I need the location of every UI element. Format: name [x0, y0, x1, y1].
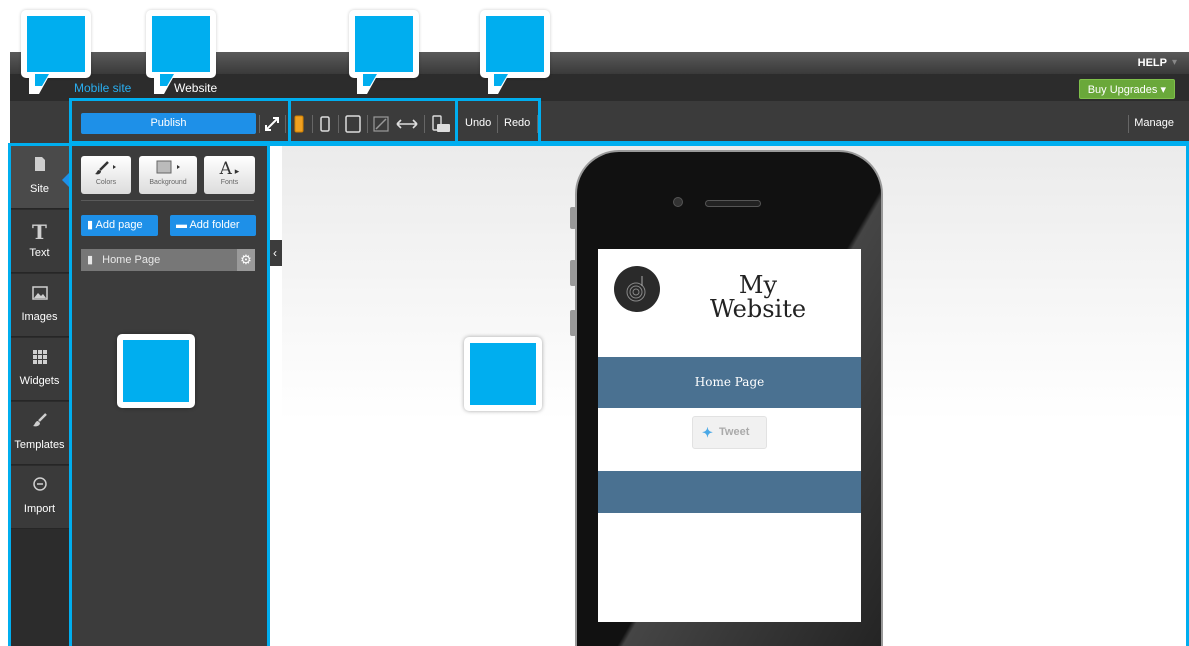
help-link[interactable]: HELP [1138, 57, 1167, 69]
callout-tail [363, 74, 377, 86]
highlight-undo-redo [455, 98, 541, 144]
callout-marker [146, 10, 216, 78]
tab-website[interactable]: Website [174, 81, 217, 95]
canvas-marker [464, 337, 542, 411]
toolbar-divider [1128, 115, 1129, 133]
panel-marker [117, 334, 195, 408]
callout-marker [480, 10, 550, 78]
highlight-publish-area [69, 98, 291, 144]
manage-button[interactable]: Manage [1134, 117, 1174, 129]
callout-marker [349, 10, 419, 78]
editor-screenshot: HELP ▾ Mobile site Website Buy Upgrades … [0, 0, 1189, 646]
callout-tail [494, 74, 508, 86]
help-dropdown-icon[interactable]: ▾ [1172, 57, 1177, 68]
buy-upgrades-button[interactable]: Buy Upgrades ▾ [1078, 79, 1175, 99]
mode-bar: Mobile site Website Buy Upgrades ▾ [10, 74, 1189, 101]
callout-tail [35, 74, 49, 86]
tab-mobile-site[interactable]: Mobile site [74, 81, 131, 95]
highlight-device-tools [288, 98, 458, 144]
callout-tail [160, 74, 174, 86]
callout-marker [21, 10, 91, 78]
